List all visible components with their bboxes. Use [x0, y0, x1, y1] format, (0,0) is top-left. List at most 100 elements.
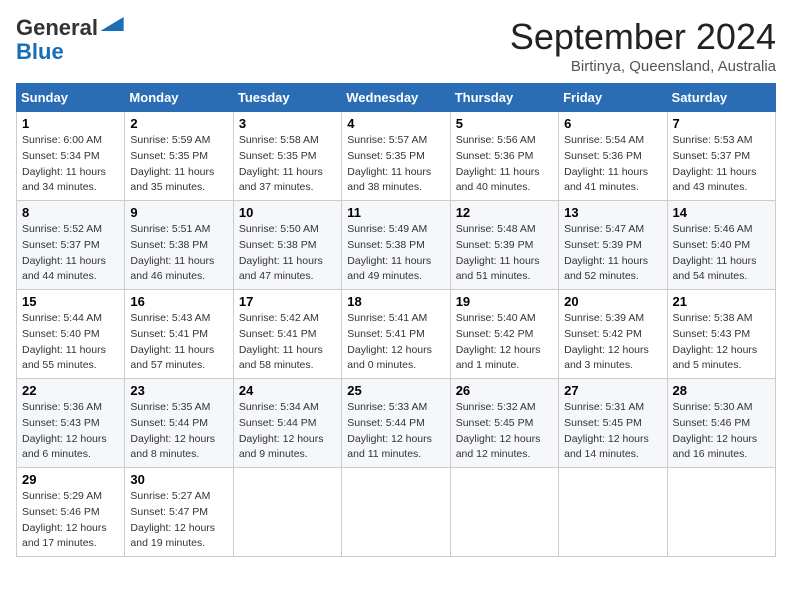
calendar-week-row: 29 Sunrise: 5:29 AMSunset: 5:46 PMDaylig… — [17, 468, 776, 557]
calendar-body: 1 Sunrise: 6:00 AMSunset: 5:34 PMDayligh… — [17, 112, 776, 557]
day-number: 8 — [22, 205, 119, 220]
weekday-header-row: SundayMondayTuesdayWednesdayThursdayFrid… — [17, 84, 776, 112]
calendar-day-cell: 30 Sunrise: 5:27 AMSunset: 5:47 PMDaylig… — [125, 468, 233, 557]
calendar-week-row: 1 Sunrise: 6:00 AMSunset: 5:34 PMDayligh… — [17, 112, 776, 201]
day-number: 21 — [673, 294, 770, 309]
calendar-day-cell: 3 Sunrise: 5:58 AMSunset: 5:35 PMDayligh… — [233, 112, 341, 201]
day-info: Sunrise: 5:57 AMSunset: 5:35 PMDaylight:… — [347, 134, 431, 193]
calendar-table: SundayMondayTuesdayWednesdayThursdayFrid… — [16, 83, 776, 557]
calendar-day-cell: 20 Sunrise: 5:39 AMSunset: 5:42 PMDaylig… — [559, 290, 667, 379]
day-number: 5 — [456, 116, 553, 131]
empty-cell — [342, 468, 450, 557]
day-info: Sunrise: 5:48 AMSunset: 5:39 PMDaylight:… — [456, 223, 540, 282]
weekday-header: Thursday — [450, 84, 558, 112]
day-info: Sunrise: 5:59 AMSunset: 5:35 PMDaylight:… — [130, 134, 214, 193]
day-number: 3 — [239, 116, 336, 131]
calendar-day-cell: 21 Sunrise: 5:38 AMSunset: 5:43 PMDaylig… — [667, 290, 775, 379]
day-info: Sunrise: 5:51 AMSunset: 5:38 PMDaylight:… — [130, 223, 214, 282]
weekday-header: Saturday — [667, 84, 775, 112]
day-number: 9 — [130, 205, 227, 220]
calendar-day-cell: 29 Sunrise: 5:29 AMSunset: 5:46 PMDaylig… — [17, 468, 125, 557]
calendar-week-row: 8 Sunrise: 5:52 AMSunset: 5:37 PMDayligh… — [17, 201, 776, 290]
calendar-day-cell: 15 Sunrise: 5:44 AMSunset: 5:40 PMDaylig… — [17, 290, 125, 379]
day-info: Sunrise: 5:58 AMSunset: 5:35 PMDaylight:… — [239, 134, 323, 193]
day-number: 1 — [22, 116, 119, 131]
empty-cell — [559, 468, 667, 557]
calendar-day-cell: 17 Sunrise: 5:42 AMSunset: 5:41 PMDaylig… — [233, 290, 341, 379]
day-info: Sunrise: 5:41 AMSunset: 5:41 PMDaylight:… — [347, 312, 432, 371]
day-info: Sunrise: 5:43 AMSunset: 5:41 PMDaylight:… — [130, 312, 214, 371]
weekday-header: Sunday — [17, 84, 125, 112]
calendar-day-cell: 19 Sunrise: 5:40 AMSunset: 5:42 PMDaylig… — [450, 290, 558, 379]
day-info: Sunrise: 5:30 AMSunset: 5:46 PMDaylight:… — [673, 401, 758, 460]
day-number: 14 — [673, 205, 770, 220]
weekday-header: Tuesday — [233, 84, 341, 112]
day-number: 6 — [564, 116, 661, 131]
day-info: Sunrise: 5:33 AMSunset: 5:44 PMDaylight:… — [347, 401, 432, 460]
day-info: Sunrise: 5:36 AMSunset: 5:43 PMDaylight:… — [22, 401, 107, 460]
day-info: Sunrise: 5:52 AMSunset: 5:37 PMDaylight:… — [22, 223, 106, 282]
calendar-day-cell: 18 Sunrise: 5:41 AMSunset: 5:41 PMDaylig… — [342, 290, 450, 379]
weekday-header: Wednesday — [342, 84, 450, 112]
day-number: 16 — [130, 294, 227, 309]
day-info: Sunrise: 5:35 AMSunset: 5:44 PMDaylight:… — [130, 401, 215, 460]
day-info: Sunrise: 5:42 AMSunset: 5:41 PMDaylight:… — [239, 312, 323, 371]
empty-cell — [450, 468, 558, 557]
logo-text: General — [16, 16, 98, 40]
calendar-day-cell: 5 Sunrise: 5:56 AMSunset: 5:36 PMDayligh… — [450, 112, 558, 201]
day-number: 11 — [347, 205, 444, 220]
day-info: Sunrise: 5:29 AMSunset: 5:46 PMDaylight:… — [22, 490, 107, 549]
weekday-header: Friday — [559, 84, 667, 112]
calendar-day-cell: 13 Sunrise: 5:47 AMSunset: 5:39 PMDaylig… — [559, 201, 667, 290]
day-number: 27 — [564, 383, 661, 398]
day-info: Sunrise: 5:46 AMSunset: 5:40 PMDaylight:… — [673, 223, 757, 282]
day-number: 22 — [22, 383, 119, 398]
empty-cell — [667, 468, 775, 557]
day-info: Sunrise: 5:44 AMSunset: 5:40 PMDaylight:… — [22, 312, 106, 371]
day-info: Sunrise: 5:54 AMSunset: 5:36 PMDaylight:… — [564, 134, 648, 193]
day-number: 29 — [22, 472, 119, 487]
calendar-day-cell: 1 Sunrise: 6:00 AMSunset: 5:34 PMDayligh… — [17, 112, 125, 201]
calendar-day-cell: 28 Sunrise: 5:30 AMSunset: 5:46 PMDaylig… — [667, 379, 775, 468]
calendar-day-cell: 26 Sunrise: 5:32 AMSunset: 5:45 PMDaylig… — [450, 379, 558, 468]
day-info: Sunrise: 6:00 AMSunset: 5:34 PMDaylight:… — [22, 134, 106, 193]
day-number: 10 — [239, 205, 336, 220]
calendar-day-cell: 10 Sunrise: 5:50 AMSunset: 5:38 PMDaylig… — [233, 201, 341, 290]
day-number: 20 — [564, 294, 661, 309]
calendar-day-cell: 2 Sunrise: 5:59 AMSunset: 5:35 PMDayligh… — [125, 112, 233, 201]
calendar-day-cell: 7 Sunrise: 5:53 AMSunset: 5:37 PMDayligh… — [667, 112, 775, 201]
day-info: Sunrise: 5:49 AMSunset: 5:38 PMDaylight:… — [347, 223, 431, 282]
day-number: 2 — [130, 116, 227, 131]
day-info: Sunrise: 5:39 AMSunset: 5:42 PMDaylight:… — [564, 312, 649, 371]
month-title: September 2024 — [510, 16, 776, 58]
day-number: 12 — [456, 205, 553, 220]
day-info: Sunrise: 5:38 AMSunset: 5:43 PMDaylight:… — [673, 312, 758, 371]
day-number: 23 — [130, 383, 227, 398]
day-info: Sunrise: 5:53 AMSunset: 5:37 PMDaylight:… — [673, 134, 757, 193]
calendar-day-cell: 14 Sunrise: 5:46 AMSunset: 5:40 PMDaylig… — [667, 201, 775, 290]
calendar-week-row: 22 Sunrise: 5:36 AMSunset: 5:43 PMDaylig… — [17, 379, 776, 468]
day-number: 28 — [673, 383, 770, 398]
day-number: 18 — [347, 294, 444, 309]
calendar-day-cell: 23 Sunrise: 5:35 AMSunset: 5:44 PMDaylig… — [125, 379, 233, 468]
day-info: Sunrise: 5:50 AMSunset: 5:38 PMDaylight:… — [239, 223, 323, 282]
day-number: 7 — [673, 116, 770, 131]
day-number: 25 — [347, 383, 444, 398]
day-number: 19 — [456, 294, 553, 309]
calendar-week-row: 15 Sunrise: 5:44 AMSunset: 5:40 PMDaylig… — [17, 290, 776, 379]
day-info: Sunrise: 5:31 AMSunset: 5:45 PMDaylight:… — [564, 401, 649, 460]
calendar-day-cell: 6 Sunrise: 5:54 AMSunset: 5:36 PMDayligh… — [559, 112, 667, 201]
calendar-header: SundayMondayTuesdayWednesdayThursdayFrid… — [17, 84, 776, 112]
empty-cell — [233, 468, 341, 557]
weekday-header: Monday — [125, 84, 233, 112]
logo: General Blue — [16, 16, 124, 64]
location-subtitle: Birtinya, Queensland, Australia — [510, 58, 776, 75]
logo-icon — [100, 17, 124, 31]
calendar-day-cell: 16 Sunrise: 5:43 AMSunset: 5:41 PMDaylig… — [125, 290, 233, 379]
calendar-day-cell: 9 Sunrise: 5:51 AMSunset: 5:38 PMDayligh… — [125, 201, 233, 290]
day-info: Sunrise: 5:47 AMSunset: 5:39 PMDaylight:… — [564, 223, 648, 282]
day-info: Sunrise: 5:34 AMSunset: 5:44 PMDaylight:… — [239, 401, 324, 460]
calendar-day-cell: 4 Sunrise: 5:57 AMSunset: 5:35 PMDayligh… — [342, 112, 450, 201]
day-number: 4 — [347, 116, 444, 131]
logo-blue-text: Blue — [16, 40, 64, 64]
